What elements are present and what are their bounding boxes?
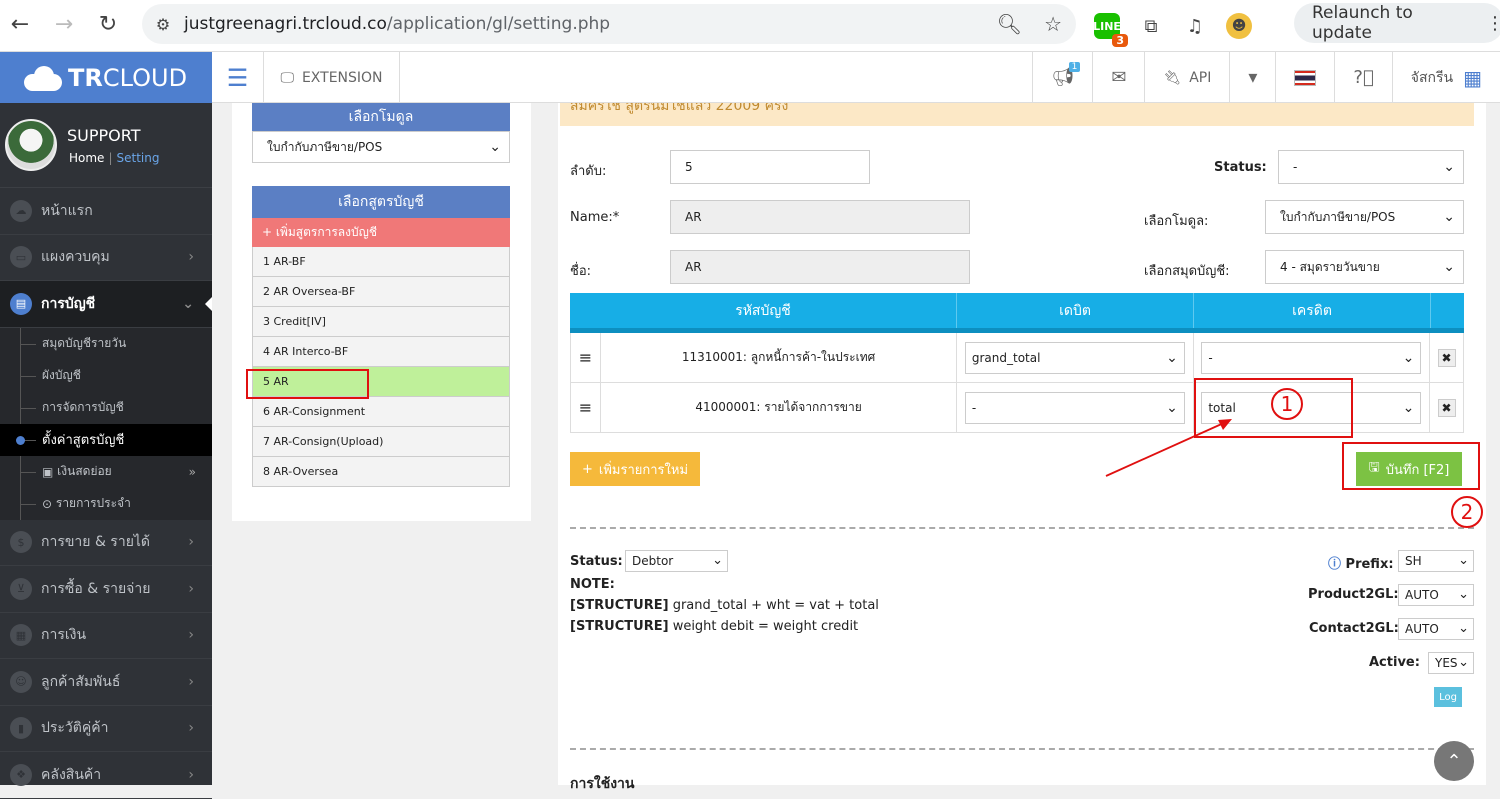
scroll-to-top-button[interactable]: ⌃ — [1434, 741, 1474, 781]
annotation-arrow — [1105, 419, 1232, 477]
chevron-up-icon: ⌃ — [1446, 750, 1462, 772]
